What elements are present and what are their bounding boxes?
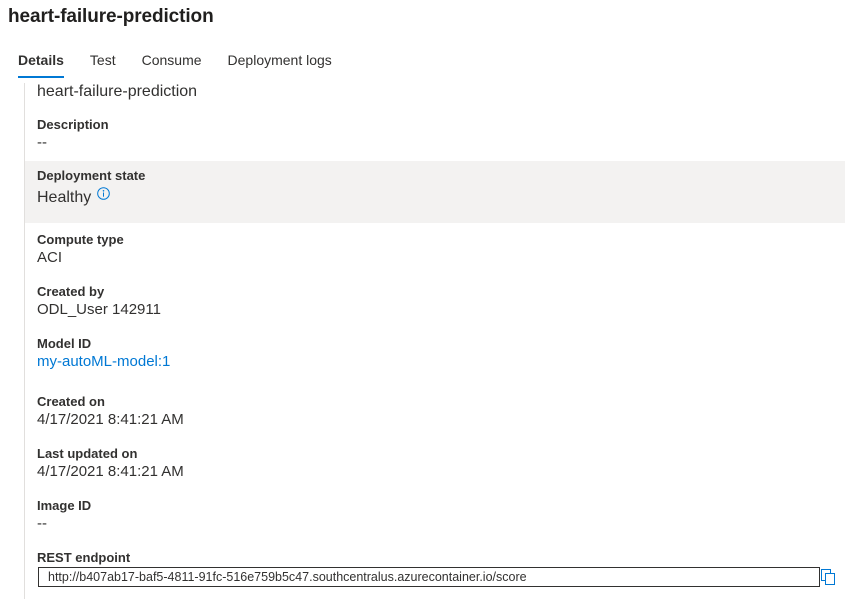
deployment-state-value: Healthy <box>37 189 92 206</box>
deployment-state-row: Healthy <box>37 187 845 207</box>
copy-icon[interactable] <box>821 569 835 585</box>
tab-details[interactable]: Details <box>18 50 64 78</box>
compute-type-value: ACI <box>37 249 63 266</box>
rest-endpoint-input[interactable]: http://b407ab17-baf5-4811-91fc-516e759b5… <box>38 567 820 587</box>
created-on-field: Created on 4/17/2021 8:41:21 AM <box>25 394 845 428</box>
tab-consume[interactable]: Consume <box>142 50 202 76</box>
description-value: -- <box>37 134 47 151</box>
created-by-label: Created by <box>37 284 105 299</box>
created-by-value: ODL_User 142911 <box>37 301 161 318</box>
description-field: Description -- <box>25 117 845 151</box>
deployment-state-label: Deployment state <box>37 168 146 183</box>
info-icon[interactable] <box>97 187 111 200</box>
created-on-value: 4/17/2021 8:41:21 AM <box>37 411 184 428</box>
last-updated-field: Last updated on 4/17/2021 8:41:21 AM <box>25 446 845 480</box>
description-label: Description <box>37 117 109 132</box>
compute-type-field: Compute type ACI <box>25 232 845 266</box>
tab-bar: Details Test Consume Deployment logs <box>18 50 358 78</box>
rest-endpoint-field: REST endpoint <box>25 550 845 567</box>
deployment-name-field: heart-failure-prediction <box>25 83 845 101</box>
model-id-label: Model ID <box>37 336 92 351</box>
deployment-name: heart-failure-prediction <box>37 83 198 100</box>
image-id-value: -- <box>37 515 47 532</box>
created-by-field: Created by ODL_User 142911 <box>25 284 845 318</box>
deployment-state-field: Deployment state Healthy <box>25 161 845 223</box>
image-id-label: Image ID <box>37 498 92 513</box>
page-title: heart-failure-prediction <box>8 6 214 27</box>
details-panel: heart-failure-prediction Description -- … <box>24 83 845 599</box>
tab-test[interactable]: Test <box>90 50 116 76</box>
last-updated-value: 4/17/2021 8:41:21 AM <box>37 463 184 480</box>
last-updated-label: Last updated on <box>37 446 138 461</box>
image-id-field: Image ID -- <box>25 498 845 532</box>
tab-deployment-logs[interactable]: Deployment logs <box>228 50 332 76</box>
model-id-link[interactable]: my-autoML-model:1 <box>37 353 845 370</box>
compute-type-label: Compute type <box>37 232 124 247</box>
model-id-field: Model ID my-autoML-model:1 <box>25 336 845 370</box>
rest-endpoint-label: REST endpoint <box>37 550 131 565</box>
created-on-label: Created on <box>37 394 105 409</box>
